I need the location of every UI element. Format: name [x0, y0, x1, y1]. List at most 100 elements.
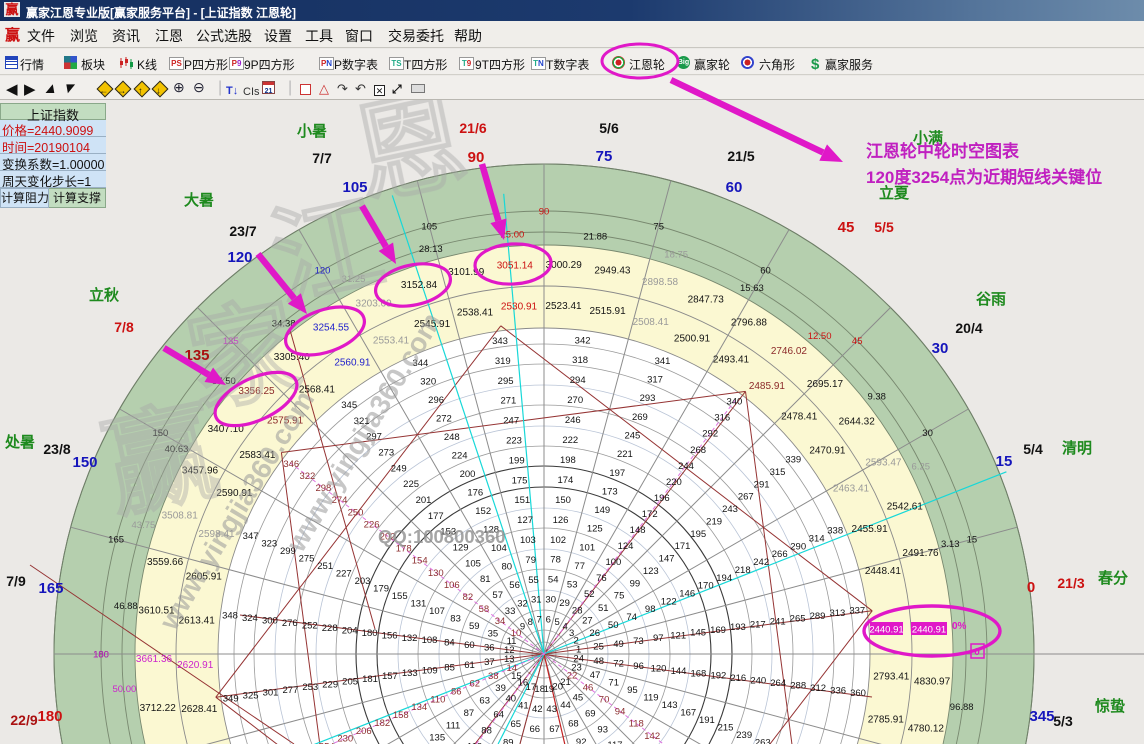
svg-text:348: 348	[222, 611, 238, 622]
svg-text:149: 149	[594, 505, 610, 516]
svg-text:谷雨: 谷雨	[976, 291, 1006, 308]
svg-text:150: 150	[555, 495, 571, 506]
svg-text:312: 312	[810, 683, 826, 694]
svg-text:2949.43: 2949.43	[594, 265, 631, 276]
svg-text:5: 5	[554, 617, 559, 628]
svg-text:177: 177	[428, 511, 444, 522]
svg-text:3559.66: 3559.66	[147, 557, 184, 568]
svg-text:2746.02: 2746.02	[771, 346, 808, 357]
svg-text:82: 82	[463, 592, 474, 603]
svg-text:54: 54	[548, 575, 559, 586]
svg-text:6.25: 6.25	[912, 462, 931, 473]
svg-text:29: 29	[559, 598, 570, 609]
svg-text:105: 105	[342, 179, 367, 196]
svg-text:34: 34	[495, 616, 506, 627]
svg-text:101: 101	[579, 542, 595, 553]
svg-text:35: 35	[488, 629, 499, 640]
svg-text:77: 77	[574, 561, 585, 572]
svg-text:79: 79	[525, 555, 536, 566]
svg-text:241: 241	[770, 617, 786, 628]
svg-text:92: 92	[576, 737, 587, 744]
svg-text:2796.88: 2796.88	[731, 318, 768, 329]
svg-text:67: 67	[549, 724, 560, 735]
svg-text:227: 227	[336, 568, 352, 579]
svg-text:30: 30	[922, 428, 933, 439]
svg-text:217: 217	[750, 619, 766, 630]
svg-text:31: 31	[531, 595, 542, 606]
svg-text:221: 221	[617, 449, 633, 460]
svg-text:102: 102	[550, 535, 566, 546]
svg-text:197: 197	[609, 468, 625, 479]
svg-text:40: 40	[506, 693, 517, 704]
svg-text:172: 172	[642, 509, 658, 520]
svg-text:25: 25	[593, 642, 604, 653]
svg-text:133: 133	[402, 668, 418, 679]
svg-text:135: 135	[429, 733, 445, 744]
svg-text:23/7: 23/7	[229, 223, 256, 239]
svg-text:30: 30	[932, 340, 949, 357]
svg-text:39: 39	[495, 683, 506, 694]
svg-text:123: 123	[643, 566, 659, 577]
svg-text:12.50: 12.50	[808, 331, 832, 342]
svg-text:57: 57	[492, 590, 503, 601]
svg-text:265: 265	[790, 614, 806, 625]
svg-text:42: 42	[532, 704, 543, 715]
svg-text:245: 245	[624, 431, 640, 442]
svg-text:250: 250	[348, 507, 364, 518]
svg-text:173: 173	[602, 486, 618, 497]
svg-text:155: 155	[392, 591, 408, 602]
svg-text:21/3: 21/3	[1057, 575, 1084, 591]
svg-text:288: 288	[790, 681, 806, 692]
svg-text:222: 222	[562, 435, 578, 446]
svg-text:65: 65	[511, 719, 522, 730]
svg-text:2493.41: 2493.41	[713, 355, 750, 366]
svg-text:204: 204	[342, 625, 358, 636]
svg-text:7/8: 7/8	[114, 319, 134, 335]
svg-text:315: 315	[770, 467, 786, 478]
svg-text:2620.91: 2620.91	[177, 660, 214, 671]
svg-text:156: 156	[382, 630, 398, 641]
svg-text:50.00: 50.00	[113, 684, 137, 695]
svg-text:6: 6	[546, 615, 551, 626]
svg-text:94: 94	[615, 707, 626, 718]
svg-text:78: 78	[550, 555, 561, 566]
svg-text:322: 322	[299, 471, 315, 482]
svg-text:349: 349	[223, 693, 239, 704]
svg-text:2847.73: 2847.73	[688, 295, 725, 306]
svg-text:0%: 0%	[952, 621, 967, 632]
svg-text:277: 277	[282, 685, 298, 696]
svg-text:2440.91: 2440.91	[912, 625, 946, 636]
svg-text:15: 15	[967, 535, 978, 546]
svg-text:145: 145	[690, 628, 706, 639]
svg-text:84: 84	[444, 638, 455, 649]
svg-text:2523.41: 2523.41	[545, 301, 582, 312]
svg-text:3: 3	[569, 628, 574, 639]
svg-text:167: 167	[680, 708, 696, 719]
svg-text:20/4: 20/4	[955, 320, 982, 336]
svg-text:2463.41: 2463.41	[833, 483, 870, 494]
svg-text:76: 76	[596, 573, 607, 584]
svg-text:51: 51	[598, 603, 609, 614]
svg-text:108: 108	[422, 635, 438, 646]
svg-text:218: 218	[735, 565, 751, 576]
svg-text:105: 105	[421, 221, 437, 232]
svg-text:165: 165	[38, 580, 63, 597]
svg-text:2793.41: 2793.41	[873, 671, 910, 682]
svg-text:97: 97	[653, 633, 664, 644]
svg-text:318: 318	[572, 355, 588, 366]
svg-text:28.13: 28.13	[419, 244, 443, 255]
svg-text:5/5: 5/5	[874, 219, 894, 235]
svg-text:21.88: 21.88	[583, 231, 607, 242]
svg-text:47: 47	[590, 670, 601, 681]
svg-text:46: 46	[583, 683, 594, 694]
svg-text:246: 246	[565, 415, 581, 426]
svg-text:249: 249	[391, 463, 407, 474]
svg-text:158: 158	[393, 710, 409, 721]
svg-text:290: 290	[790, 541, 806, 552]
svg-text:7: 7	[536, 615, 541, 626]
svg-text:198: 198	[560, 455, 576, 466]
svg-text:33: 33	[505, 606, 516, 617]
svg-text:175: 175	[512, 475, 528, 486]
svg-text:4830.97: 4830.97	[914, 677, 951, 688]
svg-text:2455.91: 2455.91	[852, 524, 889, 535]
